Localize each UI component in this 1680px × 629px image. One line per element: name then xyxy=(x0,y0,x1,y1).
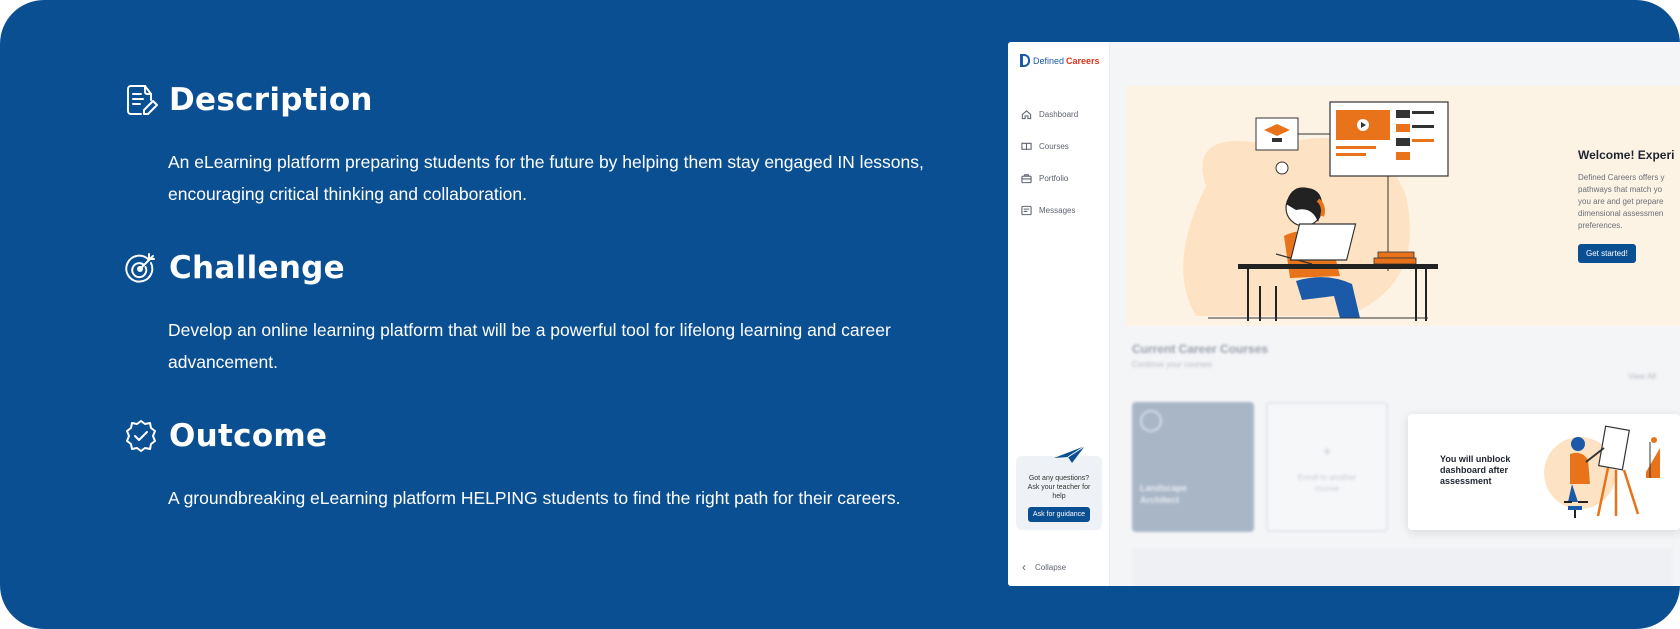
welcome-text: Welcome! Experi Defined Careers offers y… xyxy=(1578,148,1680,263)
welcome-subtitle: Defined Careers offers y pathways that m… xyxy=(1578,172,1680,232)
welcome-title: Welcome! Experi xyxy=(1578,148,1675,162)
unlock-line: dashboard after xyxy=(1440,465,1509,475)
sidebar: Defined Careers Dashboard Courses Portfo… xyxy=(1008,42,1110,586)
unlock-line: assessment xyxy=(1440,476,1492,486)
book-icon xyxy=(1020,140,1032,152)
course-card-line: Landscape xyxy=(1140,483,1188,493)
description-text: An eLearning platform preparing students… xyxy=(168,152,924,204)
challenge-section: Challenge Develop an online learning pla… xyxy=(122,246,942,378)
collapse-button[interactable]: ‹ Collapse xyxy=(1022,560,1066,574)
sidebar-item-portfolio[interactable]: Portfolio xyxy=(1020,162,1078,194)
sidebar-nav: Dashboard Courses Portfolio Messages xyxy=(1020,98,1078,226)
sidebar-item-label: Dashboard xyxy=(1039,109,1079,119)
sidebar-item-label: Portfolio xyxy=(1039,173,1069,183)
sidebar-item-label: Courses xyxy=(1039,141,1069,151)
enroll-line: Enroll to another xyxy=(1297,473,1357,482)
get-started-button[interactable]: Get started! xyxy=(1578,244,1636,263)
sidebar-item-messages[interactable]: Messages xyxy=(1020,194,1078,226)
plus-icon: + xyxy=(1322,444,1332,461)
courses-subtitle: Continue your courses xyxy=(1132,360,1213,369)
student-illustration xyxy=(1183,101,1449,321)
welcome-line: pathways that match yo xyxy=(1578,185,1663,194)
sidebar-item-courses[interactable]: Courses xyxy=(1020,130,1078,162)
ask-for-guidance-button[interactable]: Ask for guidance xyxy=(1027,507,1091,522)
welcome-banner: Welcome! Experi Defined Careers offers y… xyxy=(1126,86,1680,326)
welcome-line: preferences. xyxy=(1578,221,1623,230)
unlock-line: You will unblock xyxy=(1440,454,1511,464)
collapse-label: Collapse xyxy=(1035,562,1067,572)
briefcase-icon xyxy=(1020,172,1032,184)
sidebar-item-label: Messages xyxy=(1039,205,1076,215)
courses-title: Current Career Courses xyxy=(1132,342,1269,356)
chevron-left-icon: ‹ xyxy=(1022,560,1026,574)
home-icon xyxy=(1020,108,1032,120)
course-card-title: Landscape Architect xyxy=(1140,482,1187,506)
logo-text-defined: Defined xyxy=(1033,55,1065,66)
help-text: help xyxy=(1052,493,1066,500)
welcome-line: you are and get prepare xyxy=(1578,197,1664,206)
course-card[interactable]: Landscape Architect xyxy=(1132,402,1254,532)
paper-plane-icon xyxy=(1052,444,1086,467)
message-icon xyxy=(1020,204,1032,216)
help-text: Ask your teacher for xyxy=(1027,484,1091,491)
document-edit-icon xyxy=(122,81,160,119)
enroll-course-card[interactable]: + Enroll to another course xyxy=(1266,402,1388,532)
progress-ring-icon xyxy=(1140,410,1162,432)
target-icon xyxy=(122,249,160,287)
app-screenshot: Defined Careers Dashboard Courses Portfo… xyxy=(1008,42,1680,586)
welcome-line: Defined Careers offers y xyxy=(1578,173,1665,182)
challenge-title: Challenge xyxy=(169,250,346,286)
view-all-link[interactable]: View All xyxy=(1628,372,1656,381)
enroll-line: course xyxy=(1314,484,1339,493)
enroll-text: Enroll to another course xyxy=(1268,472,1386,494)
course-card-line: Architect xyxy=(1140,495,1180,505)
help-text: Got any questions? xyxy=(1028,475,1090,482)
outcome-section: Outcome A groundbreaking eLearning platf… xyxy=(122,414,942,514)
outcome-text: A groundbreaking eLearning platform HELP… xyxy=(168,488,901,508)
logo-text-careers: Careers xyxy=(1066,55,1100,66)
verified-badge-icon xyxy=(122,417,160,455)
description-title: Description xyxy=(169,82,373,118)
blurred-bottom-panel xyxy=(1132,548,1672,586)
unlock-text: You will unblock dashboard after assessm… xyxy=(1440,454,1530,487)
sidebar-item-dashboard[interactable]: Dashboard xyxy=(1020,98,1078,130)
challenge-text: Develop an online learning platform that… xyxy=(168,320,891,372)
courses-header: Current Career Courses Continue your cou… xyxy=(1132,342,1268,369)
logo-mark-icon xyxy=(1020,54,1030,67)
showcase-card: Description An eLearning platform prepar… xyxy=(0,0,1680,629)
help-box: Got any questions? Ask your teacher for … xyxy=(1016,445,1102,530)
welcome-line: dimensional assessmen xyxy=(1578,209,1664,218)
logo: Defined Careers xyxy=(1020,54,1100,67)
outcome-title: Outcome xyxy=(169,418,328,454)
description-section: Description An eLearning platform prepar… xyxy=(122,78,942,210)
painter-illustration xyxy=(1544,425,1660,518)
unlock-notice: You will unblock dashboard after assessm… xyxy=(1408,414,1680,530)
